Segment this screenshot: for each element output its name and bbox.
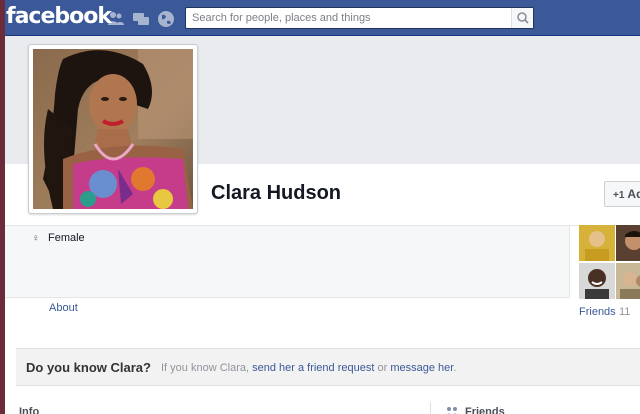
about-link[interactable]: About bbox=[49, 302, 78, 314]
gender-icon: ♀ bbox=[32, 233, 40, 244]
profile-name[interactable]: Clara Hudson bbox=[211, 182, 341, 205]
intro-info-box: ♀ Female bbox=[5, 226, 570, 298]
search-icon bbox=[517, 12, 529, 24]
friends-icon bbox=[447, 407, 457, 414]
profile-picture[interactable] bbox=[28, 44, 198, 214]
friend-thumbnail[interactable] bbox=[616, 263, 640, 299]
add-friend-icon: +1 bbox=[613, 190, 625, 201]
do-you-know-bar: Do you know Clara? If you know Clara, se… bbox=[16, 348, 640, 386]
do-you-know-text: If you know Clara, send her a friend req… bbox=[161, 362, 456, 374]
search-button[interactable] bbox=[511, 8, 533, 28]
friends-count: 11 bbox=[619, 306, 631, 318]
column-divider bbox=[430, 402, 431, 414]
gender-value: Female bbox=[48, 232, 85, 244]
do-you-know-prefix: If you know Clara, bbox=[161, 362, 253, 374]
top-navigation-bar: facebook bbox=[5, 0, 640, 36]
friends-thumbnail-grid bbox=[579, 225, 640, 299]
messages-icon[interactable] bbox=[132, 10, 150, 28]
search-input[interactable] bbox=[186, 8, 512, 28]
info-section-heading: Info bbox=[19, 406, 40, 414]
profile-photo-image bbox=[33, 49, 193, 209]
friends-section-heading: Friends bbox=[465, 406, 505, 414]
add-friend-button[interactable]: +1 Ad bbox=[604, 181, 640, 207]
message-her-link[interactable]: message her bbox=[390, 362, 453, 374]
facebook-logo[interactable]: facebook bbox=[6, 4, 112, 30]
do-you-know-title: Do you know Clara? bbox=[26, 360, 151, 375]
friend-thumbnail[interactable] bbox=[616, 225, 640, 261]
friend-thumbnail[interactable] bbox=[579, 225, 615, 261]
notifications-globe-icon[interactable] bbox=[157, 10, 175, 28]
friend-thumbnail[interactable] bbox=[579, 263, 615, 299]
friend-requests-icon[interactable] bbox=[107, 10, 125, 28]
friends-link[interactable]: Friends bbox=[579, 306, 616, 318]
add-friend-label: Ad bbox=[627, 187, 640, 201]
do-you-know-middle: or bbox=[374, 362, 391, 374]
search-box bbox=[185, 7, 534, 29]
send-friend-request-link[interactable]: send her a friend request bbox=[252, 362, 374, 374]
do-you-know-suffix: . bbox=[453, 362, 457, 374]
